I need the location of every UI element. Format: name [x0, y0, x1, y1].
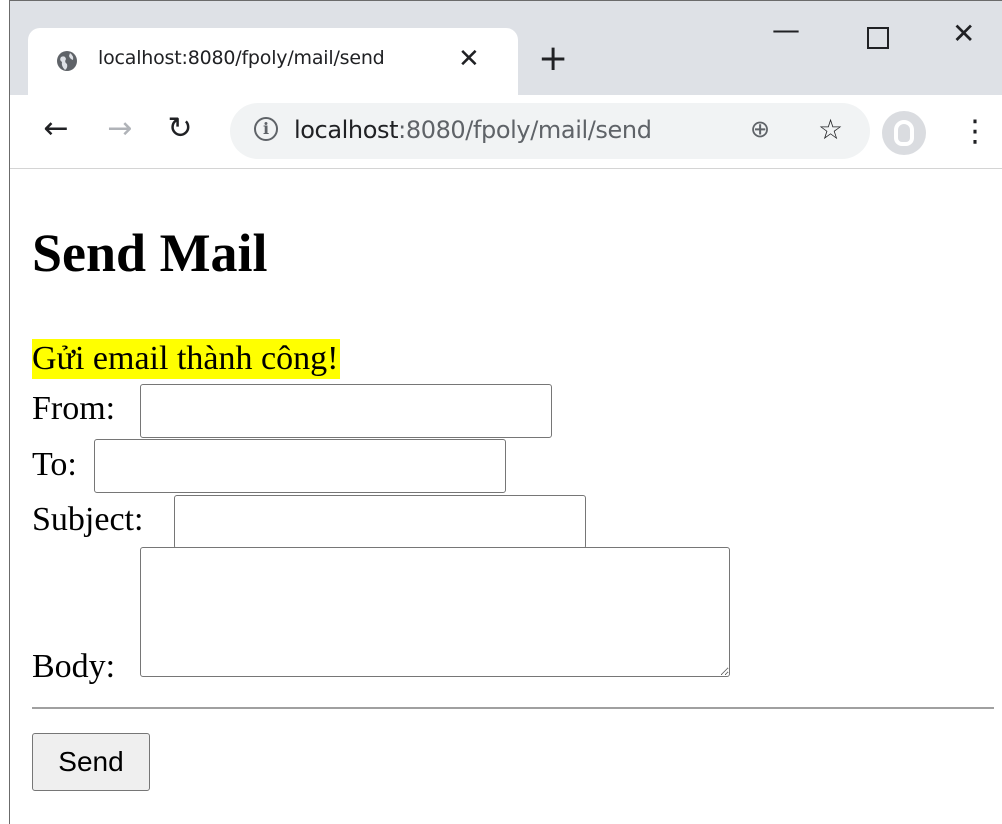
- tab-title: localhost:8080/fpoly/mail/send: [98, 47, 385, 69]
- forward-icon[interactable]: →: [100, 109, 140, 149]
- new-tab-icon[interactable]: +: [538, 41, 568, 77]
- send-button[interactable]: Send: [32, 733, 150, 791]
- page-title: Send Mail: [32, 223, 268, 283]
- url-path: :8080/fpoly/mail/send: [398, 116, 652, 144]
- to-label: To:: [32, 446, 77, 483]
- subject-field[interactable]: [174, 495, 586, 549]
- minimize-icon[interactable]: —: [772, 15, 800, 45]
- divider: [32, 707, 994, 709]
- tab-strip: localhost:8080/fpoly/mail/send ✕ + — ✕: [10, 1, 1002, 95]
- browser-toolbar: ← → ↻ i localhost:8080/fpoly/mail/send ⊕…: [10, 95, 1002, 169]
- active-tab[interactable]: localhost:8080/fpoly/mail/send ✕: [28, 28, 518, 95]
- info-icon[interactable]: i: [254, 117, 278, 141]
- to-field[interactable]: [94, 439, 506, 493]
- reload-icon[interactable]: ↻: [160, 109, 200, 149]
- avatar-icon[interactable]: [882, 111, 926, 155]
- body-label: Body:: [32, 648, 116, 685]
- back-icon[interactable]: ←: [36, 109, 76, 149]
- maximize-icon[interactable]: [867, 27, 889, 49]
- globe-icon: [57, 51, 77, 71]
- star-icon[interactable]: ☆: [818, 113, 843, 146]
- from-field[interactable]: [140, 384, 552, 438]
- address-bar[interactable]: i localhost:8080/fpoly/mail/send ⊕ ☆: [230, 103, 870, 159]
- page-content: Send Mail Gửi email thành công! From: To…: [10, 169, 1002, 824]
- subject-label: Subject:: [32, 501, 144, 538]
- body-textarea[interactable]: [140, 547, 730, 677]
- success-message: Gửi email thành công!: [32, 339, 341, 379]
- close-window-icon[interactable]: ✕: [952, 19, 975, 49]
- close-tab-icon[interactable]: ✕: [458, 44, 480, 74]
- browser-window: localhost:8080/fpoly/mail/send ✕ + — ✕ ←…: [9, 0, 1002, 824]
- avatar-silhouette: [894, 120, 914, 146]
- url-text[interactable]: localhost:8080/fpoly/mail/send: [294, 116, 652, 144]
- from-label: From:: [32, 390, 116, 427]
- kebab-menu-icon[interactable]: ⋮: [960, 107, 990, 157]
- url-host: localhost: [294, 116, 399, 144]
- zoom-icon[interactable]: ⊕: [750, 115, 770, 143]
